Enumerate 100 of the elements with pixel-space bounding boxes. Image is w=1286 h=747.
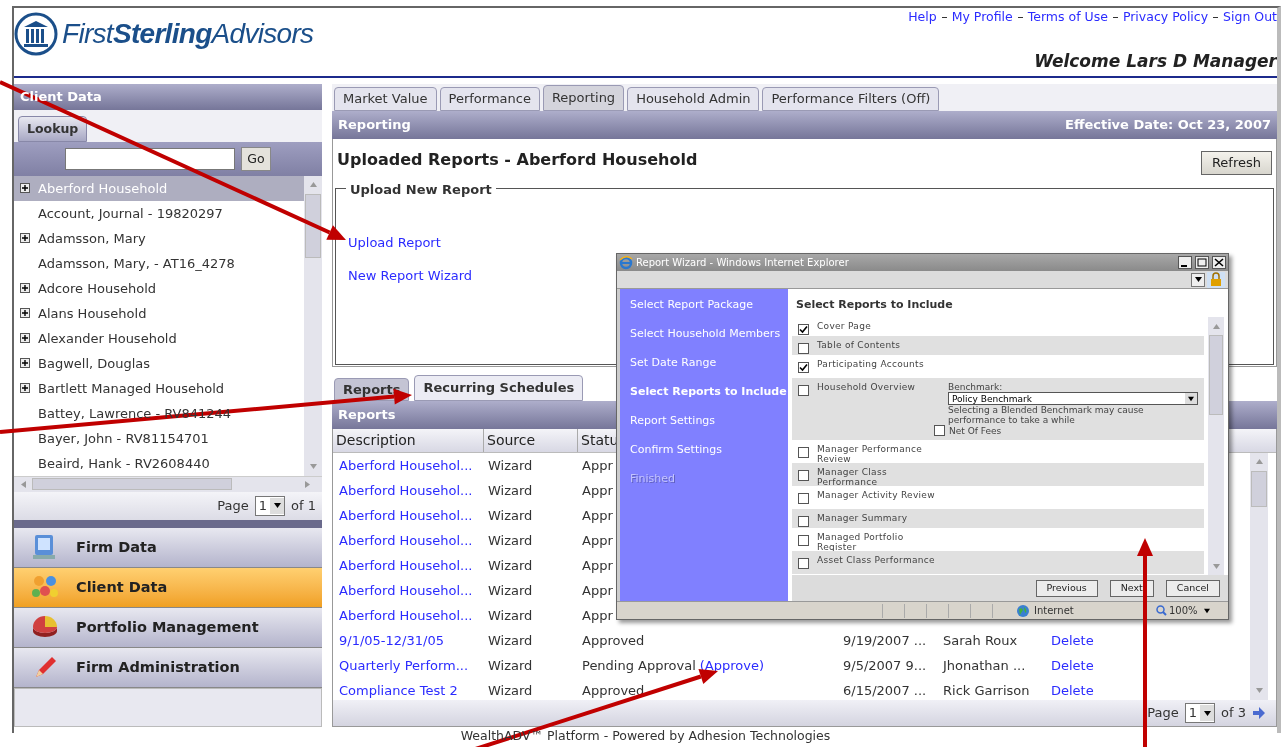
tree-item[interactable]: Bagwell, Douglas	[14, 350, 304, 376]
tree-item[interactable]: Adcore Household	[14, 275, 304, 301]
tree-item[interactable]: Battey, Lawrence - RV841244	[14, 400, 304, 426]
nav-button[interactable]: Firm Administration	[14, 647, 322, 688]
table-cell-text: Approved	[582, 631, 645, 650]
page-select[interactable]: 1	[254, 495, 286, 516]
action-link[interactable]: New Report Wizard	[348, 266, 473, 286]
report-link[interactable]: Aberford Househol...	[333, 480, 484, 501]
checkbox[interactable]	[798, 385, 809, 396]
expand-icon[interactable]	[20, 183, 30, 194]
wizard-heading: Select Reports to Include	[795, 297, 954, 313]
header-link[interactable]: Help	[908, 8, 937, 27]
checkbox[interactable]	[798, 470, 809, 481]
report-link[interactable]: Aberford Househol...	[333, 605, 484, 626]
tab[interactable]: Performance Filters (Off)	[762, 86, 940, 111]
table-cell-text: 9/19/2007 ...	[843, 631, 928, 650]
tab[interactable]: Recurring Schedules	[414, 374, 584, 401]
tree-item[interactable]: Alans Household	[14, 300, 304, 326]
expand-icon[interactable]	[20, 308, 30, 319]
benchmark-select[interactable]: Policy Benchmark	[948, 392, 1198, 405]
action-link[interactable]: Upload Report	[348, 232, 441, 253]
tree-item[interactable]: Adamsson, Mary	[14, 225, 304, 251]
wizard-button[interactable]: Next	[1109, 579, 1154, 597]
tab[interactable]: Reporting	[542, 84, 625, 111]
tree-item[interactable]: Alexander Household	[14, 325, 304, 351]
scrollbar-thumb[interactable]	[1209, 335, 1223, 415]
tree-item[interactable]: Bartlett Managed Household	[14, 375, 304, 401]
expand-icon[interactable]	[20, 233, 30, 244]
report-link[interactable]: 9/1/05-12/31/05	[333, 630, 484, 651]
dropdown-arrow-icon[interactable]	[1188, 395, 1194, 402]
header-link[interactable]: Privacy Policy	[1122, 8, 1209, 27]
report-link[interactable]: Compliance Test 2	[333, 680, 484, 701]
scrollbar[interactable]	[304, 175, 322, 476]
tab[interactable]: Market Value	[334, 86, 437, 111]
column-header[interactable]: Description	[333, 428, 484, 452]
table-cell-text: Wizard	[487, 581, 534, 600]
checkbox[interactable]	[798, 558, 809, 569]
tab[interactable]: Household Admin	[627, 86, 760, 111]
logo-text: FirstSterlingAdvisors	[62, 17, 314, 51]
report-link[interactable]: Aberford Househol...	[333, 455, 484, 476]
table-cell-text: Appr	[582, 456, 613, 475]
report-link[interactable]: Aberford Househol...	[333, 580, 484, 601]
delete-link[interactable]: Delete	[1051, 680, 1094, 701]
checkbox[interactable]	[798, 493, 809, 504]
report-link[interactable]: Aberford Househol...	[333, 555, 484, 576]
go-button[interactable]: Go	[241, 146, 271, 171]
delete-link[interactable]: Delete	[1051, 655, 1094, 676]
report-option-label: Manager Summary	[817, 513, 909, 523]
checkbox[interactable]	[798, 362, 809, 373]
tab[interactable]: Performance	[439, 86, 540, 111]
dropdown-arrow-icon[interactable]	[1194, 276, 1202, 283]
wizard-button[interactable]: Previous	[1035, 579, 1098, 597]
next-page-icon[interactable]	[1252, 706, 1266, 721]
dropdown-arrow-icon[interactable]	[273, 502, 281, 510]
checkbox[interactable]	[798, 516, 809, 527]
header-link[interactable]: Sign Out	[1223, 8, 1277, 27]
report-option-label: Manager Performance Review	[817, 444, 924, 464]
checkbox[interactable]	[798, 447, 809, 458]
checkbox[interactable]	[798, 324, 809, 335]
report-link[interactable]: Quarterly Perform...	[333, 655, 484, 676]
scrollbar-thumb[interactable]	[305, 193, 321, 258]
tree-item[interactable]: Adamsson, Mary, - AT16_4278	[14, 250, 304, 276]
minimize-icon[interactable]	[1178, 256, 1192, 269]
scrollbar[interactable]	[1208, 317, 1224, 575]
scrollbar[interactable]	[1250, 452, 1268, 700]
nav-button[interactable]: Firm Data	[14, 527, 322, 568]
zoom-level[interactable]: 100%	[1169, 603, 1198, 618]
page-select[interactable]: 1	[1184, 703, 1216, 724]
expand-icon[interactable]	[20, 283, 30, 294]
tree-item[interactable]: Account, Journal - 19820297	[14, 200, 304, 226]
checkbox[interactable]	[798, 343, 809, 354]
wizard-button[interactable]: Cancel	[1165, 579, 1220, 597]
header-link[interactable]: Terms of Use	[1027, 8, 1108, 27]
table-cell-text: Wizard	[487, 456, 534, 475]
table-cell-text: 9/5/2007 9...	[843, 656, 928, 675]
splitter-handle[interactable]	[14, 519, 322, 528]
expand-icon[interactable]	[20, 333, 30, 344]
search-field[interactable]	[65, 147, 236, 170]
close-icon[interactable]	[1212, 256, 1226, 269]
tree-item[interactable]: Beaird, Hank - RV2608440	[14, 450, 304, 476]
report-link[interactable]: Aberford Househol...	[333, 505, 484, 526]
delete-link[interactable]: Delete	[1051, 630, 1094, 651]
scrollbar-thumb[interactable]	[1251, 470, 1267, 507]
expand-icon[interactable]	[20, 358, 30, 369]
checkbox[interactable]	[934, 425, 945, 436]
tree-item[interactable]: Bayer, John - RV81154701	[14, 425, 304, 451]
dropdown-arrow-icon[interactable]	[1203, 607, 1210, 614]
report-link[interactable]: Aberford Househol...	[333, 530, 484, 551]
checkbox[interactable]	[798, 535, 809, 546]
refresh-button[interactable]: Refresh	[1200, 150, 1272, 175]
table-cell-text: Jhonathan ...	[943, 656, 1027, 675]
expand-icon[interactable]	[20, 383, 30, 394]
lookup-tab[interactable]: Lookup	[18, 115, 88, 142]
approve-link[interactable]: (Approve)	[699, 655, 765, 676]
dropdown-arrow-icon[interactable]	[1203, 709, 1211, 717]
column-header[interactable]: Source	[484, 428, 578, 452]
nav-button[interactable]: Client Data	[14, 567, 322, 608]
header-link[interactable]: My Profile	[951, 8, 1013, 27]
nav-button[interactable]: Portfolio Management	[14, 607, 322, 648]
maximize-icon[interactable]	[1195, 256, 1209, 269]
